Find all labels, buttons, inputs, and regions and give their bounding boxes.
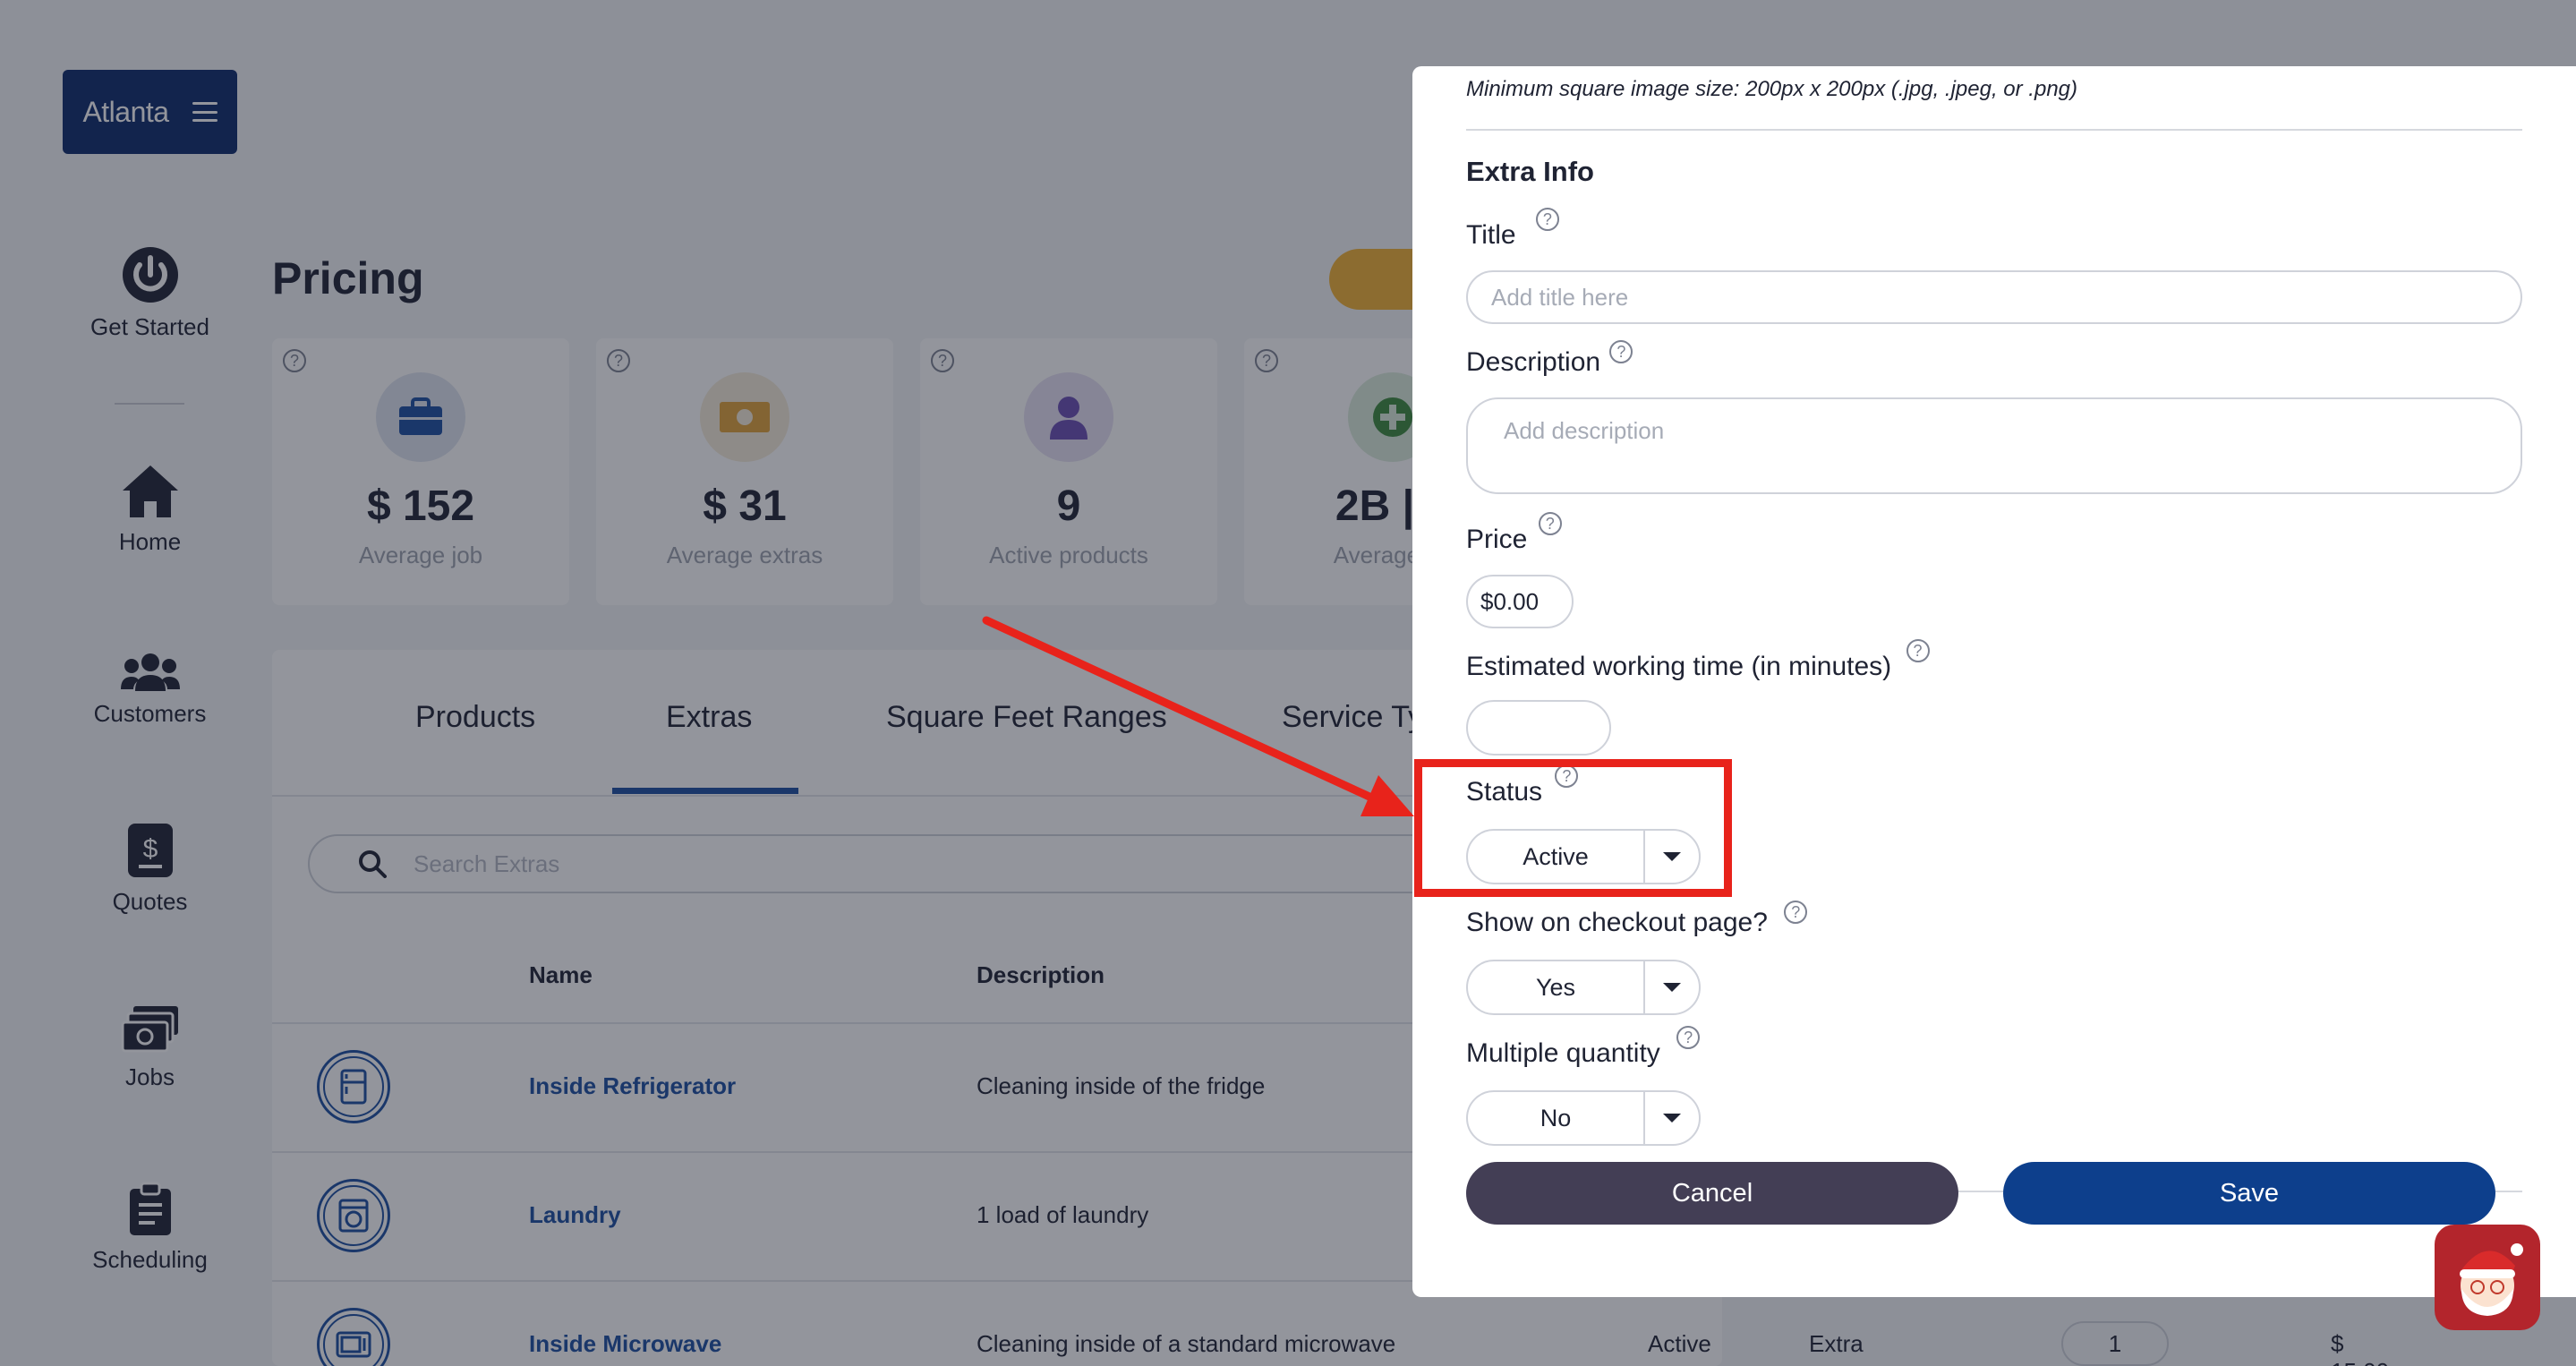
help-icon[interactable]: ? — [1538, 512, 1562, 535]
santa-chat-widget[interactable] — [2435, 1225, 2540, 1330]
help-icon[interactable]: ? — [1535, 208, 1559, 231]
cancel-button[interactable]: Cancel — [1466, 1162, 1958, 1225]
chevron-down-icon[interactable] — [1645, 983, 1699, 992]
description-label-text: Description — [1466, 347, 1601, 377]
price-input[interactable] — [1466, 575, 1574, 628]
description-input[interactable] — [1466, 397, 2522, 494]
image-size-note: Minimum square image size: 200px x 200px… — [1466, 77, 2078, 101]
help-icon[interactable]: ? — [1676, 1026, 1701, 1049]
multiple-quantity-label-text: Multiple quantity — [1466, 1038, 1660, 1068]
price-label-text: Price — [1466, 525, 1528, 554]
help-icon[interactable]: ? — [1906, 639, 1930, 662]
santa-icon — [2460, 1243, 2523, 1316]
annotation-highlight-box — [1414, 759, 1732, 897]
title-label: Title ? — [1466, 208, 1559, 251]
title-input[interactable] — [1466, 270, 2522, 324]
working-time-label-text: Estimated working time (in minutes) — [1466, 652, 1892, 681]
chevron-down-icon[interactable] — [1645, 1114, 1699, 1123]
save-button[interactable]: Save — [2003, 1162, 2495, 1225]
help-icon[interactable]: ? — [1784, 901, 1808, 924]
working-time-input[interactable] — [1466, 700, 1611, 756]
checkout-select[interactable]: Yes — [1466, 960, 1701, 1015]
multiple-quantity-label: Multiple quantity ? — [1466, 1026, 1701, 1069]
section-title: Extra Info — [1466, 156, 1594, 187]
title-label-text: Title — [1466, 220, 1516, 250]
checkout-label: Show on checkout page? ? — [1466, 901, 1808, 938]
multiple-quantity-select[interactable]: No — [1466, 1090, 1701, 1146]
help-icon[interactable]: ? — [1609, 340, 1633, 363]
checkout-label-text: Show on checkout page? — [1466, 908, 1768, 937]
price-label: Price ? — [1466, 512, 1562, 555]
checkout-select-value: Yes — [1535, 973, 1576, 1001]
working-time-label: Estimated working time (in minutes) ? — [1466, 639, 1930, 682]
extra-edit-modal: Minimum square image size: 200px x 200px… — [1412, 66, 2576, 1297]
description-label: Description ? — [1466, 340, 1633, 378]
multiple-quantity-select-value: No — [1540, 1104, 1572, 1131]
modal-divider — [1466, 129, 2522, 131]
